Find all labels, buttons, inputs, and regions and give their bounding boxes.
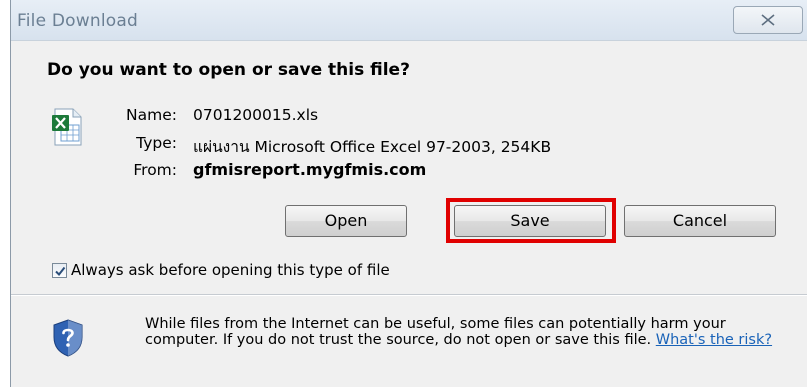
whats-the-risk-link[interactable]: What's the risk? <box>656 332 772 348</box>
warning-text: While files from the Internet can be use… <box>145 316 726 348</box>
file-download-dialog: File Download Do you want to open or sav… <box>10 0 807 387</box>
type-label: Type: <box>136 134 177 152</box>
always-ask-checkbox[interactable] <box>52 263 67 278</box>
from-label: From: <box>133 161 177 179</box>
name-label: Name: <box>126 106 177 124</box>
close-icon <box>761 14 775 26</box>
dialog-title: File Download <box>17 11 138 31</box>
title-bar: File Download <box>11 0 807 41</box>
dialog-question: Do you want to open or save this file? <box>47 60 410 80</box>
security-warning: While files from the Internet can be use… <box>145 316 795 348</box>
security-shield-icon <box>53 319 83 357</box>
file-type-value: แผ่นงาน Microsoft Office Excel 97-2003, … <box>193 138 552 156</box>
close-button[interactable] <box>733 6 803 34</box>
open-button[interactable]: Open <box>285 205 407 237</box>
file-source-value: gfmisreport.mygfmis.com <box>193 160 427 179</box>
save-button-highlight <box>446 198 616 243</box>
divider-highlight <box>11 295 807 296</box>
cancel-button[interactable]: Cancel <box>624 205 776 237</box>
checkmark-icon <box>55 266 66 277</box>
always-ask-label: Always ask before opening this type of f… <box>71 261 390 279</box>
file-name-value: 0701200015.xls <box>193 106 319 124</box>
